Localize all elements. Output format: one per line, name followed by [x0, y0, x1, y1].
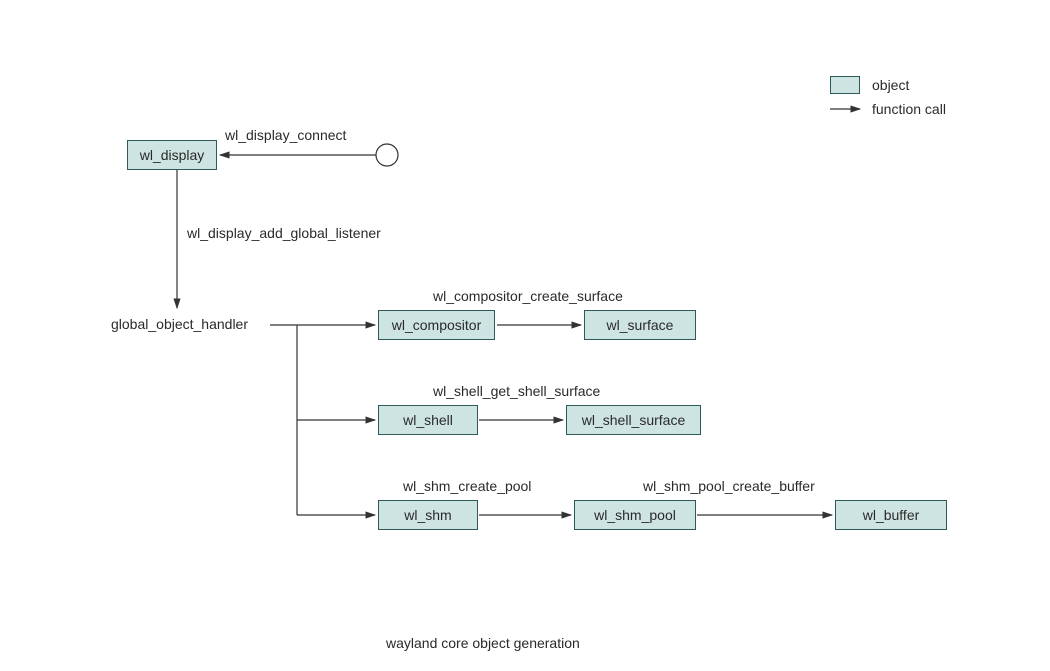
legend-object-swatch: [830, 76, 860, 94]
node-label: wl_shell: [403, 412, 453, 428]
edge-label-create-buffer: wl_shm_pool_create_buffer: [643, 478, 815, 494]
node-label: wl_shm_pool: [594, 507, 676, 523]
node-wl-shell-surface: wl_shell_surface: [566, 405, 701, 435]
node-label: wl_compositor: [392, 317, 481, 333]
node-label: wl_buffer: [863, 507, 920, 523]
node-label: wl_shell_surface: [582, 412, 686, 428]
node-wl-compositor: wl_compositor: [378, 310, 495, 340]
edge-label-get-shell-surface: wl_shell_get_shell_surface: [433, 383, 600, 399]
node-wl-shell: wl_shell: [378, 405, 478, 435]
node-wl-display: wl_display: [127, 140, 217, 170]
node-wl-shm: wl_shm: [378, 500, 478, 530]
node-wl-shm-pool: wl_shm_pool: [574, 500, 696, 530]
node-wl-surface: wl_surface: [584, 310, 696, 340]
diagram-canvas: wl_display wl_compositor wl_surface wl_s…: [0, 0, 1050, 671]
edge-label-add-listener: wl_display_add_global_listener: [187, 225, 381, 241]
legend-function-label: function call: [872, 101, 946, 117]
edge-label-create-surface: wl_compositor_create_surface: [433, 288, 623, 304]
node-label: wl_shm: [404, 507, 451, 523]
caption: wayland core object generation: [386, 635, 580, 651]
node-label: wl_display: [140, 147, 205, 163]
node-label: wl_surface: [607, 317, 674, 333]
start-node-icon: [376, 144, 398, 166]
node-wl-buffer: wl_buffer: [835, 500, 947, 530]
edge-label-create-pool: wl_shm_create_pool: [403, 478, 531, 494]
handler-label: global_object_handler: [111, 316, 248, 332]
edge-label-connect: wl_display_connect: [225, 127, 346, 143]
legend-object-label: object: [872, 77, 909, 93]
